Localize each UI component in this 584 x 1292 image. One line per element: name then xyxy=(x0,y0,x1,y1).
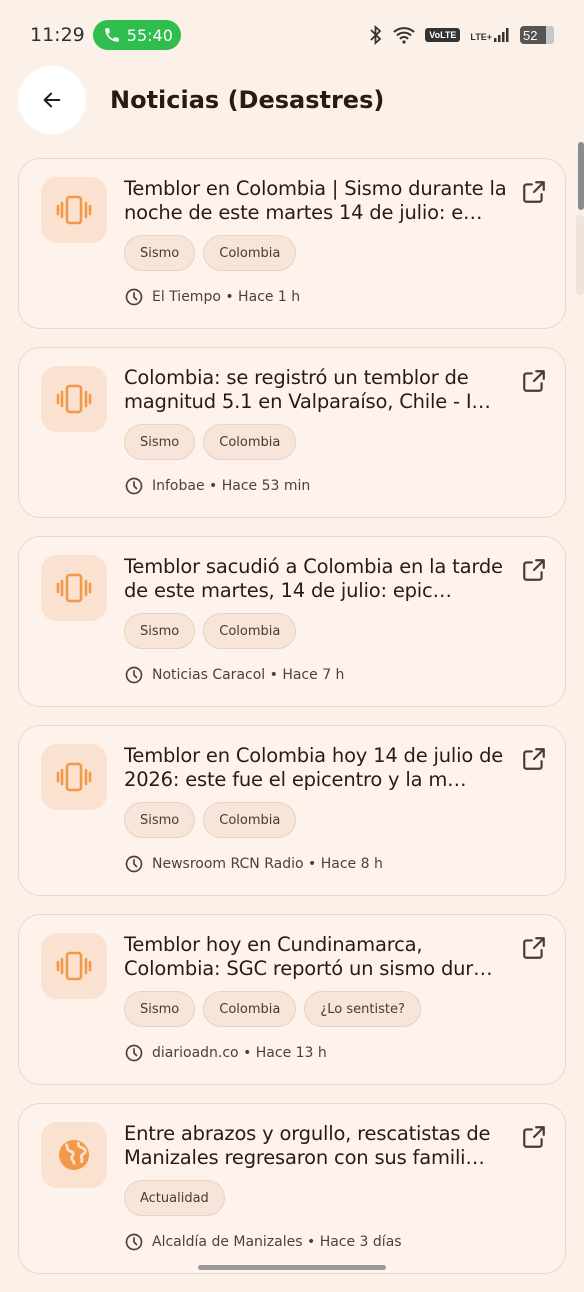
tag-chip[interactable]: Sismo xyxy=(124,424,196,460)
news-tags: Sismo Colombia xyxy=(124,802,297,838)
news-title: Entre abrazos y orgullo, rescatistas de … xyxy=(124,1122,491,1169)
clock-icon xyxy=(125,1233,143,1251)
tag-chip[interactable]: Colombia xyxy=(203,991,297,1027)
tag-chip[interactable]: Colombia xyxy=(203,424,297,460)
news-category-icon xyxy=(41,366,107,432)
tag-chip[interactable]: Colombia xyxy=(203,235,297,271)
volte-indicator: VoLTE xyxy=(425,28,461,42)
wifi-icon xyxy=(393,27,415,44)
news-source-time: Newsroom RCN Radio • Hace 8 h xyxy=(152,856,383,872)
signal-indicator: LTE+ xyxy=(470,28,510,42)
vibration-icon xyxy=(56,573,92,603)
open-external-icon[interactable] xyxy=(521,179,547,205)
arrow-back-icon xyxy=(43,92,61,108)
news-meta: Newsroom RCN Radio • Hace 8 h xyxy=(124,854,383,874)
app-header: Noticias (Desastres) xyxy=(0,66,584,136)
scrollbar-thumb[interactable] xyxy=(578,142,584,210)
lte-label: LTE+ xyxy=(470,32,492,42)
news-title: Temblor en Colombia hoy 14 de julio de 2… xyxy=(124,744,504,791)
vibration-icon xyxy=(56,951,92,981)
news-card[interactable]: Entre abrazos y orgullo, rescatistas de … xyxy=(18,1103,566,1274)
home-indicator[interactable] xyxy=(198,1265,386,1270)
status-time: 11:29 xyxy=(30,24,85,46)
back-button[interactable] xyxy=(18,66,86,134)
news-card[interactable]: Temblor en Colombia | Sismo durante la n… xyxy=(18,158,566,329)
news-category-icon xyxy=(41,177,107,243)
news-tags: Sismo Colombia xyxy=(124,613,297,649)
status-icons: VoLTE LTE+ 52 xyxy=(369,25,554,45)
open-external-icon[interactable] xyxy=(521,746,547,772)
battery-indicator: 52 xyxy=(520,26,554,44)
ongoing-call-pill[interactable]: 55:40 xyxy=(92,20,181,50)
news-card[interactable]: Temblor hoy en Cundinamarca, Colombia: S… xyxy=(18,914,566,1085)
news-category-icon xyxy=(41,1122,107,1188)
news-source-time: diarioadn.co • Hace 13 h xyxy=(152,1045,327,1061)
news-category-icon xyxy=(41,744,107,810)
news-tags: Sismo Colombia ¿Lo sentiste? xyxy=(124,991,421,1027)
news-meta: El Tiempo • Hace 1 h xyxy=(124,287,300,307)
tag-chip[interactable]: ¿Lo sentiste? xyxy=(304,991,421,1027)
news-title: Temblor en Colombia | Sismo durante la n… xyxy=(124,177,507,224)
open-external-icon[interactable] xyxy=(521,557,547,583)
open-external-icon[interactable] xyxy=(521,1124,547,1150)
news-tags: Sismo Colombia xyxy=(124,424,297,460)
tag-chip[interactable]: Colombia xyxy=(203,613,297,649)
tag-chip[interactable]: Colombia xyxy=(203,802,297,838)
news-tags: Actualidad xyxy=(124,1180,225,1216)
news-source-time: Alcaldía de Manizales • Hace 3 días xyxy=(152,1234,402,1250)
tag-chip[interactable]: Sismo xyxy=(124,235,196,271)
tag-chip[interactable]: Sismo xyxy=(124,613,196,649)
clock-icon xyxy=(125,477,143,495)
bluetooth-icon xyxy=(370,25,382,45)
news-title: Temblor sacudió a Colombia en la tarde d… xyxy=(124,555,503,602)
news-source-time: Infobae • Hace 53 min xyxy=(152,478,311,494)
vibration-icon xyxy=(56,762,92,792)
news-meta: Noticias Caracol • Hace 7 h xyxy=(124,665,344,685)
news-meta: Infobae • Hace 53 min xyxy=(124,476,310,496)
tag-chip[interactable]: Actualidad xyxy=(124,1180,225,1216)
status-bar: 11:29 55:40 VoLTE LTE+ 52 xyxy=(0,0,584,70)
tag-chip[interactable]: Sismo xyxy=(124,802,196,838)
signal-bars-icon xyxy=(494,28,509,42)
clock-icon xyxy=(125,1044,143,1062)
news-category-icon xyxy=(41,555,107,621)
news-category-icon xyxy=(41,933,107,999)
news-tags: Sismo Colombia xyxy=(124,235,297,271)
news-card[interactable]: Colombia: se registró un temblor de magn… xyxy=(18,347,566,518)
news-title: Colombia: se registró un temblor de magn… xyxy=(124,366,491,413)
news-list: Temblor en Colombia | Sismo durante la n… xyxy=(18,158,566,1292)
news-card[interactable]: Temblor sacudió a Colombia en la tarde d… xyxy=(18,536,566,707)
news-meta: diarioadn.co • Hace 13 h xyxy=(124,1043,327,1063)
news-source-time: Noticias Caracol • Hace 7 h xyxy=(152,667,345,683)
scrollbar-track xyxy=(576,215,584,295)
call-timer: 55:40 xyxy=(126,25,173,45)
vibration-icon xyxy=(56,195,92,225)
news-source-time: El Tiempo • Hace 1 h xyxy=(152,289,301,305)
phone-icon xyxy=(105,28,119,42)
clock-icon xyxy=(125,855,143,873)
news-meta: Alcaldía de Manizales • Hace 3 días xyxy=(124,1232,402,1252)
open-external-icon[interactable] xyxy=(521,368,547,394)
page-title: Noticias (Desastres) xyxy=(110,86,385,114)
globe-icon xyxy=(59,1140,89,1170)
battery-level: 52 xyxy=(523,27,538,43)
clock-icon xyxy=(125,666,143,684)
news-title: Temblor hoy en Cundinamarca, Colombia: S… xyxy=(124,933,493,980)
news-card[interactable]: Temblor en Colombia hoy 14 de julio de 2… xyxy=(18,725,566,896)
vibration-icon xyxy=(56,384,92,414)
clock-icon xyxy=(125,288,143,306)
open-external-icon[interactable] xyxy=(521,935,547,961)
tag-chip[interactable]: Sismo xyxy=(124,991,196,1027)
